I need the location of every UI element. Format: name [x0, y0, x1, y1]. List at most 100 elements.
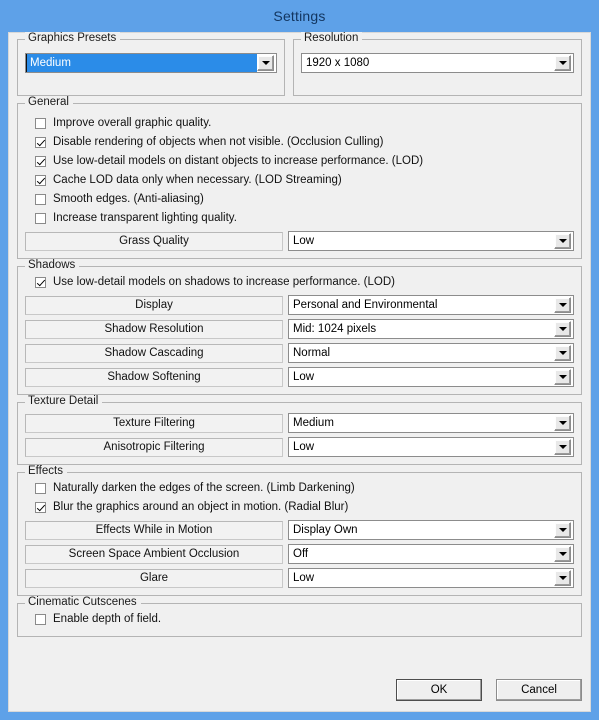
shadow-softening-value: Low — [293, 371, 315, 383]
window-title: Settings — [273, 8, 326, 24]
window-titlebar: Settings — [8, 0, 591, 32]
chevron-down-icon[interactable] — [554, 297, 571, 313]
checkbox-label: Smooth edges. (Anti-aliasing) — [53, 193, 204, 205]
chevron-down-icon[interactable] — [554, 233, 571, 249]
setting-row-glare: Glare Low — [25, 568, 574, 588]
checkbox-row[interactable]: Use low-detail models on shadows to incr… — [35, 273, 574, 291]
chevron-down-icon[interactable] — [554, 415, 571, 431]
shadow-display-combo[interactable]: Personal and Environmental — [288, 295, 574, 315]
graphics-presets-combo[interactable]: Medium — [25, 53, 277, 73]
chevron-down-icon[interactable] — [554, 570, 571, 586]
ssao-value: Off — [293, 548, 309, 560]
setting-label: Shadow Softening — [25, 367, 283, 387]
setting-label: Texture Filtering — [25, 413, 283, 433]
group-legend-texture-detail: Texture Detail — [25, 395, 103, 407]
glare-value: Low — [293, 572, 315, 584]
chevron-down-icon[interactable] — [554, 369, 571, 385]
ssao-combo[interactable]: Off — [288, 544, 574, 564]
checkbox-icon[interactable] — [35, 482, 46, 494]
group-graphics-presets: Graphics Presets Medium — [17, 32, 285, 96]
ok-button[interactable]: OK — [396, 679, 482, 701]
checkbox-icon[interactable] — [35, 501, 46, 513]
group-legend-general: General — [25, 96, 73, 108]
resolution-value: 1920 x 1080 — [306, 57, 370, 69]
setting-row-shadow-softening: Shadow Softening Low — [25, 367, 574, 387]
setting-row-display: Display Personal and Environmental — [25, 295, 574, 315]
shadow-softening-combo[interactable]: Low — [288, 367, 574, 387]
chevron-down-icon[interactable] — [257, 55, 274, 71]
checkbox-label: Enable depth of field. — [53, 613, 162, 625]
chevron-down-icon[interactable] — [554, 439, 571, 455]
chevron-down-icon[interactable] — [554, 55, 571, 71]
checkbox-label: Use low-detail models on shadows to incr… — [53, 276, 395, 288]
checkbox-label: Increase transparent lighting quality. — [53, 212, 237, 224]
resolution-combo[interactable]: 1920 x 1080 — [301, 53, 574, 73]
checkbox-row[interactable]: Increase transparent lighting quality. — [35, 209, 574, 227]
chevron-down-icon[interactable] — [554, 321, 571, 337]
checkbox-row[interactable]: Use low-detail models on distant objects… — [35, 152, 574, 170]
shadow-resolution-combo[interactable]: Mid: 1024 pixels — [288, 319, 574, 339]
setting-label: Glare — [25, 568, 283, 588]
setting-row-effects-while-in-motion: Effects While in Motion Display Own — [25, 520, 574, 540]
group-legend-shadows: Shadows — [25, 259, 80, 271]
anisotropic-filtering-combo[interactable]: Low — [288, 437, 574, 457]
checkbox-row[interactable]: Enable depth of field. — [35, 610, 574, 628]
group-legend-resolution: Resolution — [301, 32, 363, 44]
checkbox-icon[interactable] — [35, 613, 46, 625]
anisotropic-filtering-value: Low — [293, 441, 315, 453]
checkbox-label: Use low-detail models on distant objects… — [53, 155, 424, 167]
group-legend-effects: Effects — [25, 465, 67, 477]
setting-row-shadow-resolution: Shadow Resolution Mid: 1024 pixels — [25, 319, 574, 339]
setting-row-texture-filtering: Texture Filtering Medium — [25, 413, 574, 433]
chevron-down-icon[interactable] — [554, 546, 571, 562]
checkbox-row[interactable]: Improve overall graphic quality. — [35, 114, 574, 132]
shadow-display-value: Personal and Environmental — [293, 299, 438, 311]
grass-quality-value: Low — [293, 235, 315, 247]
checkbox-icon[interactable] — [35, 193, 46, 205]
setting-label: Anisotropic Filtering — [25, 437, 283, 457]
setting-label: Shadow Cascading — [25, 343, 283, 363]
checkbox-label: Cache LOD data only when necessary. (LOD… — [53, 174, 342, 186]
texture-filtering-combo[interactable]: Medium — [288, 413, 574, 433]
graphics-presets-value: Medium — [26, 54, 257, 72]
setting-label: Effects While in Motion — [25, 520, 283, 540]
checkbox-label: Naturally darken the edges of the screen… — [53, 482, 355, 494]
checkbox-icon[interactable] — [35, 174, 46, 186]
checkbox-row[interactable]: Cache LOD data only when necessary. (LOD… — [35, 171, 574, 189]
cancel-button[interactable]: Cancel — [496, 679, 582, 701]
chevron-down-icon[interactable] — [554, 345, 571, 361]
group-texture-detail: Texture Detail Texture Filtering Medium … — [17, 395, 582, 465]
setting-row-ssao: Screen Space Ambient Occlusion Off — [25, 544, 574, 564]
grass-quality-combo[interactable]: Low — [288, 231, 574, 251]
chevron-down-icon[interactable] — [554, 522, 571, 538]
glare-combo[interactable]: Low — [288, 568, 574, 588]
setting-label: Grass Quality — [25, 231, 283, 251]
checkbox-icon[interactable] — [35, 117, 46, 129]
checkbox-icon[interactable] — [35, 155, 46, 167]
effects-while-in-motion-value: Display Own — [293, 524, 358, 536]
setting-label: Screen Space Ambient Occlusion — [25, 544, 283, 564]
effects-while-in-motion-combo[interactable]: Display Own — [288, 520, 574, 540]
setting-label: Shadow Resolution — [25, 319, 283, 339]
checkbox-row[interactable]: Disable rendering of objects when not vi… — [35, 133, 574, 151]
top-groups-row: Graphics Presets Medium Resolution 1920 … — [17, 32, 582, 103]
checkbox-row[interactable]: Smooth edges. (Anti-aliasing) — [35, 190, 574, 208]
texture-filtering-value: Medium — [293, 417, 334, 429]
checkbox-row[interactable]: Blur the graphics around an object in mo… — [35, 498, 574, 516]
group-cinematic-cutscenes: Cinematic Cutscenes Enable depth of fiel… — [17, 596, 582, 637]
checkbox-row[interactable]: Naturally darken the edges of the screen… — [35, 479, 574, 497]
dialog-client-area: Graphics Presets Medium Resolution 1920 … — [8, 32, 591, 712]
group-general: General Improve overall graphic quality.… — [17, 96, 582, 259]
settings-window: Settings Graphics Presets Medium Resolut… — [0, 0, 599, 720]
shadow-resolution-value: Mid: 1024 pixels — [293, 323, 377, 335]
checkbox-label: Improve overall graphic quality. — [53, 117, 212, 129]
group-effects: Effects Naturally darken the edges of th… — [17, 465, 582, 596]
checkbox-label: Blur the graphics around an object in mo… — [53, 501, 349, 513]
group-legend-graphics-presets: Graphics Presets — [25, 32, 121, 44]
checkbox-icon[interactable] — [35, 212, 46, 224]
checkbox-label: Disable rendering of objects when not vi… — [53, 136, 384, 148]
checkbox-icon[interactable] — [35, 136, 46, 148]
setting-row-grass-quality: Grass Quality Low — [25, 231, 574, 251]
shadow-cascading-combo[interactable]: Normal — [288, 343, 574, 363]
checkbox-icon[interactable] — [35, 276, 46, 288]
